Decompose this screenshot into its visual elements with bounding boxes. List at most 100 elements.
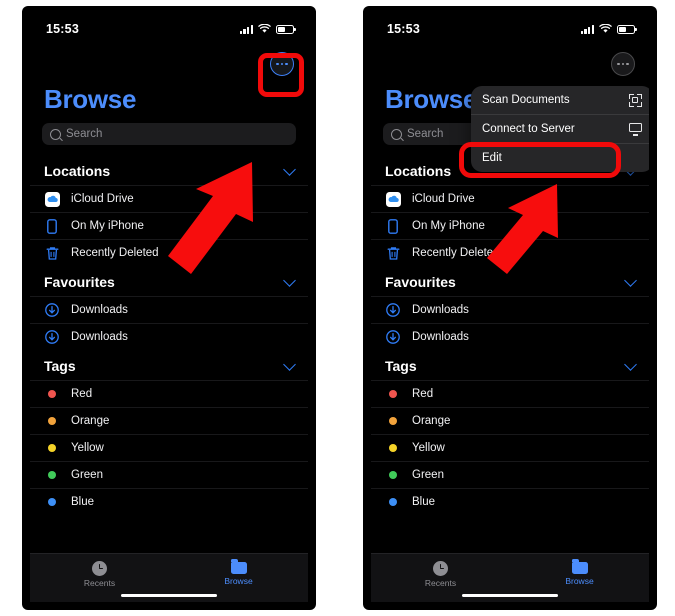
- status-time: 15:53: [387, 22, 420, 36]
- list-item-recently-deleted[interactable]: Recently Deleted: [30, 239, 308, 266]
- tag-dot-icon: [44, 413, 60, 429]
- tab-label: Recents: [83, 577, 116, 588]
- list-item-label: Yellow: [71, 442, 104, 454]
- list-item-label: Downloads: [412, 304, 469, 316]
- context-menu: Scan Documents Connect to Server Edit: [471, 86, 649, 172]
- chevron-down-icon[interactable]: [283, 357, 296, 371]
- tab-label: Recents: [424, 577, 457, 588]
- search-placeholder: Search: [66, 128, 103, 140]
- list-item-label: iCloud Drive: [71, 193, 134, 205]
- cellular-signal-icon: [580, 24, 594, 34]
- ellipsis-dot-3: [285, 62, 288, 66]
- wifi-icon: [258, 24, 271, 33]
- iphone-icon: [44, 218, 60, 234]
- iphone-icon: [385, 218, 401, 234]
- folder-icon: [571, 559, 588, 574]
- list-item-tag-orange[interactable]: Orange: [371, 407, 649, 434]
- tag-dot-icon: [44, 440, 60, 456]
- chevron-down-icon[interactable]: [283, 273, 296, 287]
- tab-bar: Recents Browse: [371, 553, 649, 602]
- list-item-label: Recently Deleted: [71, 247, 159, 259]
- section-title: Locations: [385, 163, 452, 179]
- trash-icon: [385, 245, 401, 261]
- cellular-signal-icon: [239, 24, 253, 34]
- icloud-drive-icon: [44, 191, 60, 207]
- tab-label: Browse: [224, 576, 253, 586]
- screenshot-stage: 15:53 Browse Search Locations iCloud Dri…: [0, 0, 675, 616]
- list-item-label: Blue: [412, 496, 436, 508]
- folder-icon: [230, 559, 247, 574]
- list-item-downloads-2[interactable]: Downloads: [371, 323, 649, 350]
- monitor-icon: [629, 123, 642, 136]
- list-item-tag-red[interactable]: Red: [371, 380, 649, 407]
- list-item-label: On My iPhone: [71, 220, 144, 232]
- chevron-down-icon[interactable]: [624, 357, 637, 371]
- list-item-label: Red: [71, 388, 93, 400]
- list-item-tag-yellow[interactable]: Yellow: [30, 434, 308, 461]
- list-item-on-my-iphone[interactable]: On My iPhone: [30, 212, 308, 239]
- tag-dot-icon: [385, 440, 401, 456]
- section-header-locations[interactable]: Locations: [30, 155, 308, 185]
- list-item-label: On My iPhone: [412, 220, 485, 232]
- section-title: Favourites: [385, 274, 456, 290]
- tab-bar: Recents Browse: [30, 553, 308, 602]
- list-item-tag-green[interactable]: Green: [30, 461, 308, 488]
- search-icon: [50, 128, 61, 140]
- list-item-label: Downloads: [412, 331, 469, 343]
- list-item-tag-blue[interactable]: Blue: [371, 488, 649, 515]
- battery-icon: [617, 24, 637, 34]
- section-title: Tags: [385, 358, 417, 374]
- section-header-tags[interactable]: Tags: [371, 350, 649, 380]
- list-item-icloud-drive[interactable]: iCloud Drive: [30, 185, 308, 212]
- page-title: Browse: [44, 84, 137, 114]
- section-header-favourites[interactable]: Favourites: [30, 266, 308, 296]
- tag-dot-icon: [44, 494, 60, 510]
- section-title: Locations: [44, 163, 111, 179]
- list-item-tag-blue[interactable]: Blue: [30, 488, 308, 515]
- menu-item-edit[interactable]: Edit: [471, 144, 649, 172]
- download-circle-icon: [44, 302, 60, 318]
- ellipsis-dot-1: [617, 62, 620, 66]
- download-circle-icon: [44, 329, 60, 345]
- more-button[interactable]: [270, 52, 294, 76]
- menu-item-scan-documents[interactable]: Scan Documents: [471, 86, 649, 115]
- list-item-label: Green: [412, 469, 444, 481]
- section-header-tags[interactable]: Tags: [30, 350, 308, 380]
- menu-item-label: Connect to Server: [482, 123, 575, 135]
- list-item-on-my-iphone[interactable]: On My iPhone: [371, 212, 649, 239]
- search-input[interactable]: Search: [42, 123, 296, 145]
- nav-bar-right: [371, 44, 649, 82]
- tag-dot-icon: [44, 467, 60, 483]
- list-item-tag-green[interactable]: Green: [371, 461, 649, 488]
- list-item-downloads-2[interactable]: Downloads: [30, 323, 308, 350]
- section-title: Favourites: [44, 274, 115, 290]
- phone-screen-left: 15:53 Browse Search Locations iCloud Dri…: [30, 14, 308, 602]
- list-item-label: Yellow: [412, 442, 445, 454]
- more-button[interactable]: [611, 52, 635, 76]
- list-item-label: iCloud Drive: [412, 193, 475, 205]
- home-indicator: [121, 593, 217, 597]
- list-item-label: Downloads: [71, 331, 128, 343]
- list-item-icloud-drive[interactable]: iCloud Drive: [371, 185, 649, 212]
- list-item-recently-deleted[interactable]: Recently Deleted: [371, 239, 649, 266]
- list-item-tag-red[interactable]: Red: [30, 380, 308, 407]
- menu-item-label: Scan Documents: [482, 94, 570, 106]
- tag-dot-icon: [385, 386, 401, 402]
- nav-bar-left: [30, 44, 308, 82]
- tag-dot-icon: [385, 413, 401, 429]
- battery-icon: [276, 24, 296, 34]
- menu-item-connect-to-server[interactable]: Connect to Server: [471, 115, 649, 144]
- trash-icon: [44, 245, 60, 261]
- list-item-downloads-1[interactable]: Downloads: [30, 296, 308, 323]
- section-header-favourites[interactable]: Favourites: [371, 266, 649, 296]
- list-item-tag-orange[interactable]: Orange: [30, 407, 308, 434]
- chevron-down-icon[interactable]: [283, 162, 296, 176]
- list-item-downloads-1[interactable]: Downloads: [371, 296, 649, 323]
- phone-mockup-right: 15:53 Browse Search Locations iCloud Dri…: [363, 6, 657, 610]
- chevron-down-icon[interactable]: [624, 273, 637, 287]
- wifi-icon: [599, 24, 612, 33]
- list-item-label: Downloads: [71, 304, 128, 316]
- list-item-tag-yellow[interactable]: Yellow: [371, 434, 649, 461]
- tag-dot-icon: [44, 386, 60, 402]
- list-item-label: Recently Deleted: [412, 247, 500, 259]
